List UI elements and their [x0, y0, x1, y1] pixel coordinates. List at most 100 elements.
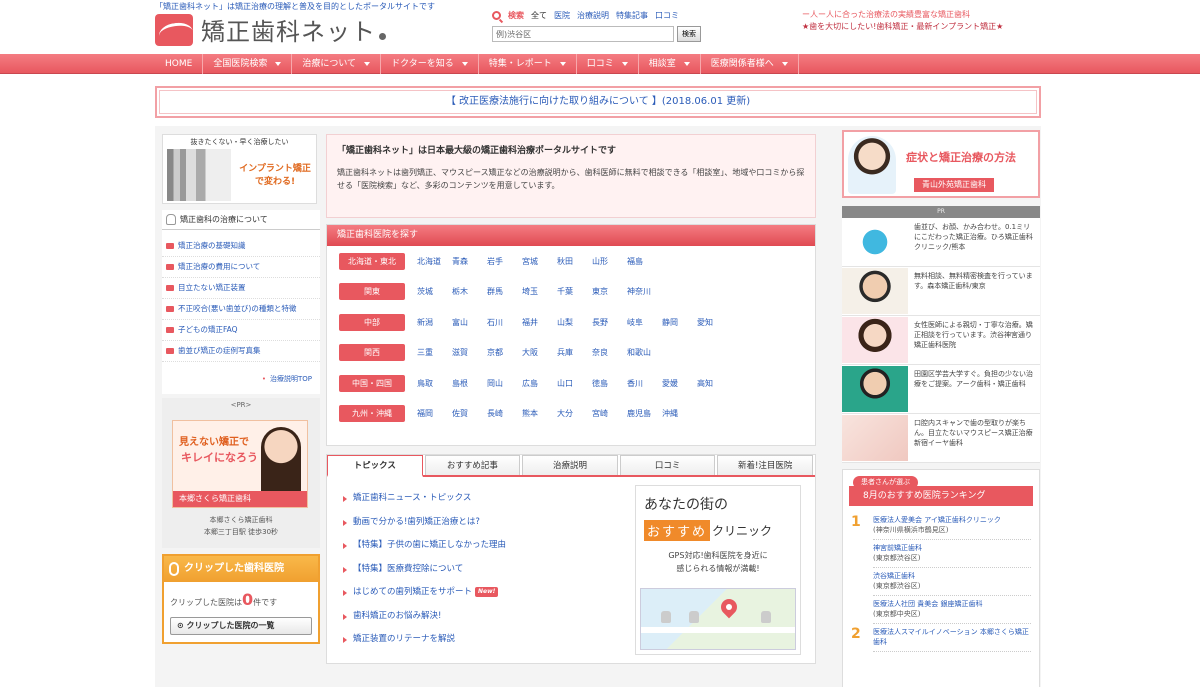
prefecture-link[interactable]: 秋田 [557, 256, 592, 267]
region-button[interactable]: 関西 [339, 344, 405, 362]
nav-item[interactable]: 特集・レポート [479, 54, 577, 74]
ranking-entry[interactable]: 医療法人スマイルイノベーション 本郷さくら矯正歯科 [873, 624, 1031, 652]
clip-list-button[interactable]: ⊙ クリップした医院の一覧 [170, 617, 312, 635]
sidebar-menu-label[interactable]: 矯正治療の費用について [178, 262, 260, 271]
prefecture-link[interactable]: 佐賀 [452, 408, 487, 419]
prefecture-link[interactable]: 富山 [452, 317, 487, 328]
prefecture-link[interactable]: 千葉 [557, 286, 592, 297]
ranking-entry[interactable]: 医療法人愛美会 アイ矯正歯科クリニック (神奈川県横浜市鶴見区) [873, 512, 1031, 540]
prefecture-link[interactable]: 京都 [487, 347, 522, 358]
prefecture-link[interactable]: 鳥取 [417, 378, 452, 389]
sidebar-menu-item[interactable]: 歯並び矯正の症例写真集 [162, 341, 320, 362]
ranking-clinic-name[interactable]: 医療法人社団 貴美会 銀座矯正歯科 [873, 599, 1031, 609]
sidebar-menu-item[interactable]: 矯正治療の費用について [162, 257, 320, 278]
prefecture-link[interactable]: 茨城 [417, 286, 452, 297]
ranking-clinic-name[interactable]: 渋谷矯正歯科 [873, 571, 1031, 581]
right-banner[interactable]: 症状と矯正治療の方法 青山外苑矯正歯科 [842, 130, 1040, 198]
prefecture-link[interactable]: 岡山 [487, 378, 522, 389]
topic-link[interactable]: 矯正装置のリテーナを解説 [353, 634, 455, 644]
sidebar-menu-label[interactable]: 目立たない矯正装置 [178, 283, 246, 292]
topic-item[interactable]: 【特集】子供の歯に矯正しなかった理由 [343, 534, 633, 558]
search-option-treatment[interactable]: 治療説明 [577, 10, 609, 21]
prefecture-link[interactable]: 岐阜 [627, 317, 662, 328]
tab[interactable]: トピックス [327, 455, 423, 477]
pr-ad-item[interactable]: 田園区学芸大学すぐ。負担の少ない治療をご提案。アーク歯科・矯正歯科 [842, 365, 1040, 414]
ranking-clinic-name[interactable]: 神宮前矯正歯科 [873, 543, 1031, 553]
sidebar-menu-item[interactable]: 矯正治療の基礎知識 [162, 236, 320, 257]
pr-ad-banner[interactable]: 見えない矯正で キレイになろう 本郷さくら矯正歯科 [172, 420, 308, 508]
prefecture-link[interactable]: 和歌山 [627, 347, 662, 358]
prefecture-link[interactable]: 愛媛 [662, 378, 697, 389]
prefecture-link[interactable]: 神奈川 [627, 286, 662, 297]
sidebar-menu-label[interactable]: 矯正治療の基礎知識 [178, 241, 246, 250]
region-button[interactable]: 中部 [339, 313, 405, 331]
prefecture-link[interactable]: 山梨 [557, 317, 592, 328]
prefecture-link[interactable]: 福井 [522, 317, 557, 328]
topic-item[interactable]: はじめての歯列矯正をサポート New! [343, 581, 633, 605]
prefecture-link[interactable]: 大阪 [522, 347, 557, 358]
prefecture-link[interactable]: 大分 [557, 408, 592, 419]
tab[interactable]: 口コミ [619, 455, 716, 475]
prefecture-link[interactable]: 福島 [627, 256, 662, 267]
prefecture-link[interactable]: 岩手 [487, 256, 522, 267]
prefecture-link[interactable]: 新潟 [417, 317, 452, 328]
prefecture-link[interactable]: 香川 [627, 378, 662, 389]
prefecture-link[interactable]: 兵庫 [557, 347, 592, 358]
sidebar-menu-label[interactable]: 不正咬合(悪い歯並び)の種類と特徴 [178, 304, 296, 313]
search-option-clinic[interactable]: 医院 [554, 10, 570, 21]
sidebar-menu-item[interactable]: 子どもの矯正FAQ [162, 320, 320, 341]
pr-ad-item[interactable]: 無料相談、無料精密検査を行っています。森本矯正歯科/東京 [842, 267, 1040, 316]
prefecture-link[interactable]: 広島 [522, 378, 557, 389]
prefecture-link[interactable]: 静岡 [662, 317, 697, 328]
prefecture-link[interactable]: 奈良 [592, 347, 627, 358]
ranking-clinic-name[interactable]: 医療法人愛美会 アイ矯正歯科クリニック [873, 515, 1031, 525]
topic-link[interactable]: 【特集】子供の歯に矯正しなかった理由 [353, 540, 506, 550]
tab[interactable]: おすすめ記事 [424, 455, 521, 475]
nav-item[interactable]: 全国医院検索 [203, 54, 293, 74]
topic-link[interactable]: 【特集】医療費控除について [353, 564, 463, 574]
topic-link[interactable]: はじめての歯列矯正をサポート [353, 587, 472, 597]
prefecture-link[interactable]: 栃木 [452, 286, 487, 297]
nav-item[interactable]: 治療について [292, 54, 382, 74]
ranking-clinic-name[interactable]: 医療法人スマイルイノベーション 本郷さくら矯正歯科 [873, 627, 1031, 647]
prefecture-link[interactable]: 三重 [417, 347, 452, 358]
nav-item[interactable]: 医療関係者様へ [701, 54, 799, 74]
topic-link[interactable]: 歯科矯正のお悩み解決! [353, 611, 441, 621]
region-button[interactable]: 関東 [339, 283, 405, 301]
nav-item[interactable]: HOME [155, 54, 204, 74]
treatment-top-link[interactable]: 治療説明TOP [270, 375, 312, 383]
site-logo[interactable]: 矯正歯科ネット [155, 12, 386, 47]
sidebar-menu-item[interactable]: 目立たない矯正装置 [162, 278, 320, 299]
header-link-2[interactable]: ★歯を大切にしたい!歯科矯正・最新インプラント矯正★ [802, 22, 1003, 31]
search-option-all[interactable]: 全て [531, 10, 547, 21]
treatment-more[interactable]: • 治療説明TOP [162, 366, 320, 394]
tab[interactable]: 新着!注目医院 [717, 455, 813, 475]
prefecture-link[interactable]: 鹿児島 [627, 408, 662, 419]
prefecture-link[interactable]: 群馬 [487, 286, 522, 297]
prefecture-link[interactable]: 石川 [487, 317, 522, 328]
prefecture-link[interactable]: 高知 [697, 378, 732, 389]
implant-banner[interactable]: 抜きたくない・早く治療したい インプラント矯正で変わる! [162, 134, 317, 204]
prefecture-link[interactable]: 熊本 [522, 408, 557, 419]
prefecture-link[interactable]: 愛知 [697, 317, 732, 328]
topic-item[interactable]: 矯正歯科ニュース・トピックス [343, 487, 633, 511]
prefecture-link[interactable]: 長野 [592, 317, 627, 328]
ranking-entry[interactable]: 神宮前矯正歯科 (東京都渋谷区) [873, 540, 1031, 568]
nav-item[interactable]: 口コミ [577, 54, 639, 74]
map-ad-banner[interactable]: あなたの街の おすすめ クリニック GPS対応!歯科医院を身近に 感じられる情報… [635, 485, 801, 655]
sidebar-menu-item[interactable]: 不正咬合(悪い歯並び)の種類と特徴 [162, 299, 320, 320]
topic-link[interactable]: 矯正歯科ニュース・トピックス [353, 493, 471, 503]
header-link-1[interactable]: ー人ー人に合った治療法の実績豊富な矯正歯科 [802, 10, 970, 19]
pr-ad-item[interactable]: 女性医師による親切・丁寧な治療。矯正相談を行っています。渋谷神宮通り矯正歯科医院 [842, 316, 1040, 365]
region-button[interactable]: 北海道・東北 [339, 252, 405, 270]
search-option-review[interactable]: 口コミ [655, 10, 679, 21]
prefecture-link[interactable]: 宮城 [522, 256, 557, 267]
sidebar-menu-label[interactable]: 歯並び矯正の症例写真集 [178, 346, 261, 355]
search-input[interactable] [492, 26, 674, 42]
topic-item[interactable]: 動画で分かる!歯列矯正治療とは? [343, 511, 633, 535]
pr-ad-item[interactable]: 歯並び、お顔、かみ合わせ。0.1ミリにこだわった矯正治療。ひろ矯正歯科クリニック… [842, 218, 1040, 267]
prefecture-link[interactable]: 東京 [592, 286, 627, 297]
prefecture-link[interactable]: 徳島 [592, 378, 627, 389]
prefecture-link[interactable]: 沖縄 [662, 408, 697, 419]
notice-banner[interactable]: 【 改正医療法施行に向けた取り組みについて 】(2018.06.01 更新) [155, 86, 1041, 118]
